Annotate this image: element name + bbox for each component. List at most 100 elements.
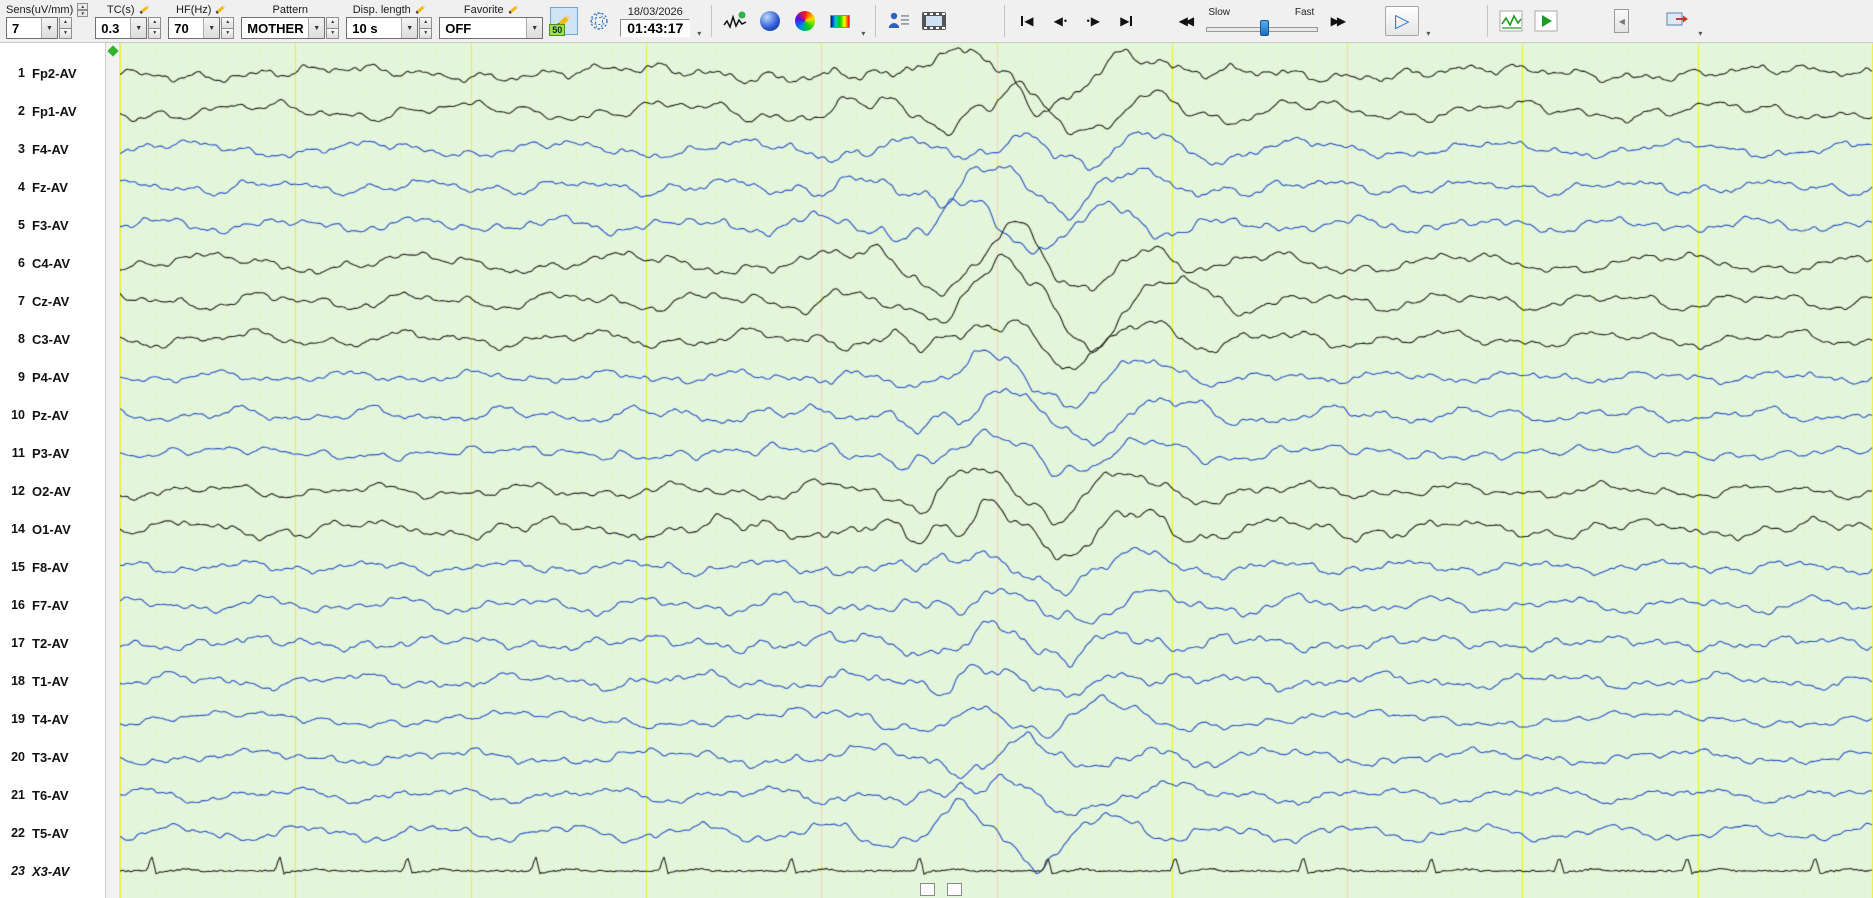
- fast-forward-button[interactable]: ▶▶: [1325, 9, 1351, 33]
- channel-label-X3-AV[interactable]: 23 X3-AV: [0, 862, 105, 880]
- hf-edit-pencil-icon[interactable]: [215, 4, 227, 15]
- channel-number: 6: [18, 256, 25, 270]
- channel-label-F8-AV[interactable]: 15 F8-AV: [0, 558, 105, 576]
- rewind-button[interactable]: ◀◀: [1173, 9, 1199, 33]
- speed-slider-thumb[interactable]: [1260, 19, 1270, 36]
- channel-label-Fz-AV[interactable]: 4 Fz-AV: [0, 178, 105, 196]
- step-forward-button[interactable]: • ▶: [1080, 9, 1106, 33]
- channel-label-T1-AV[interactable]: 18 T1-AV: [0, 672, 105, 690]
- hscroll-right-button[interactable]: [947, 883, 962, 896]
- channel-label-T4-AV[interactable]: 19 T4-AV: [0, 710, 105, 728]
- map-group-dropdown-arrow-icon[interactable]: ▾: [861, 29, 866, 40]
- channel-name: Cz-AV: [32, 293, 70, 309]
- tc-edit-pencil-icon[interactable]: [138, 4, 150, 15]
- pattern-select[interactable]: MOTHER ▼: [241, 17, 326, 39]
- channel-label-Pz-AV[interactable]: 10 Pz-AV: [0, 406, 105, 424]
- favorite-edit-pencil-icon[interactable]: [507, 4, 519, 15]
- sens-select[interactable]: 7 ▼: [6, 17, 58, 39]
- hf-label: HF(Hz): [176, 3, 212, 16]
- favorite-control: Favorite OFF ▼: [439, 2, 544, 40]
- trend-chart-button[interactable]: [1497, 7, 1525, 35]
- channel-number: 15: [11, 560, 25, 574]
- channel-label-C4-AV[interactable]: 6 C4-AV: [0, 254, 105, 272]
- channel-label-P4-AV[interactable]: 9 P4-AV: [0, 368, 105, 386]
- video-button[interactable]: [920, 7, 948, 35]
- jump-end-button[interactable]: ▶: [1113, 9, 1139, 33]
- speed-slider-track[interactable]: [1206, 19, 1319, 36]
- datetime-dropdown-arrow-icon[interactable]: ▾: [697, 29, 702, 40]
- jump-end-icon: [1130, 16, 1133, 26]
- channel-name: O2-AV: [32, 483, 71, 499]
- pen-tool-button[interactable]: 50: [549, 7, 579, 36]
- tc-dropdown-arrow-icon[interactable]: ▼: [130, 18, 147, 38]
- brain-map-rainbow-button[interactable]: [791, 7, 819, 35]
- channel-label-F3-AV[interactable]: 5 F3-AV: [0, 216, 105, 234]
- sens-dropdown-arrow-icon[interactable]: ▼: [41, 18, 57, 38]
- display-length-dropdown-arrow-icon[interactable]: ▼: [401, 18, 418, 38]
- display-length-spinner[interactable]: ▲ ▼: [419, 17, 433, 39]
- sens-spinner[interactable]: ▲ ▼: [59, 17, 72, 39]
- channel-label-T2-AV[interactable]: 17 T2-AV: [0, 634, 105, 652]
- step-forward-icon: •: [1086, 16, 1090, 26]
- channel-label-O1-AV[interactable]: 14 O1-AV: [0, 520, 105, 538]
- channel-number: 12: [11, 484, 25, 498]
- colormap-button[interactable]: [826, 7, 854, 35]
- pattern-label: Pattern: [272, 3, 308, 16]
- patient-info-button[interactable]: [885, 7, 913, 35]
- channel-label-F7-AV[interactable]: 16 F7-AV: [0, 596, 105, 614]
- vertical-scrollbar[interactable]: [106, 43, 120, 898]
- pen-badge: 50: [549, 24, 566, 36]
- jump-start-button[interactable]: ◀: [1014, 9, 1040, 33]
- brain-map-blue-button[interactable]: [756, 7, 784, 35]
- montage-map-button[interactable]: [585, 7, 613, 35]
- channel-name: T6-AV: [32, 787, 69, 803]
- channel-name: T3-AV: [32, 749, 69, 765]
- exit-dropdown-arrow-icon[interactable]: ▾: [1698, 29, 1703, 40]
- hscroll-left-button[interactable]: [920, 883, 935, 896]
- channel-number: 22: [11, 826, 25, 840]
- channel-label-Fp1-AV[interactable]: 2 Fp1-AV: [0, 102, 105, 120]
- hf-spinner[interactable]: ▲ ▼: [221, 17, 235, 39]
- pattern-dropdown-arrow-icon[interactable]: ▼: [308, 18, 325, 38]
- hf-select[interactable]: 70 ▼: [168, 17, 221, 39]
- channel-label-C3-AV[interactable]: 8 C3-AV: [0, 330, 105, 348]
- tc-spinner[interactable]: ▲ ▼: [148, 17, 162, 39]
- tc-select[interactable]: 0.3 ▼: [95, 17, 148, 39]
- channel-name: F4-AV: [32, 141, 69, 157]
- favorite-dropdown-arrow-icon[interactable]: ▼: [526, 18, 543, 38]
- eeg-trace-area[interactable]: [120, 43, 1873, 898]
- hf-dropdown-arrow-icon[interactable]: ▼: [203, 18, 220, 38]
- favorite-label: Favorite: [463, 3, 504, 16]
- waveform-map-button[interactable]: [721, 7, 749, 35]
- channel-label-Fp2-AV[interactable]: 1 Fp2-AV: [0, 64, 105, 82]
- pattern-spinner[interactable]: ▲ ▼: [326, 17, 340, 39]
- channel-label-T3-AV[interactable]: 20 T3-AV: [0, 748, 105, 766]
- play-button[interactable]: ▷: [1385, 6, 1420, 36]
- exit-review-button[interactable]: [1663, 7, 1691, 35]
- channel-label-P3-AV[interactable]: 11 P3-AV: [0, 444, 105, 462]
- channel-label-T5-AV[interactable]: 22 T5-AV: [0, 824, 105, 842]
- channel-label-F4-AV[interactable]: 3 F4-AV: [0, 140, 105, 158]
- channel-label-T6-AV[interactable]: 21 T6-AV: [0, 786, 105, 804]
- channel-number: 18: [11, 674, 25, 688]
- collapse-panel-button[interactable]: ◀: [1614, 9, 1630, 33]
- toolbar-separator: [1487, 5, 1489, 37]
- step-back-button[interactable]: ◀ •: [1047, 9, 1073, 33]
- channel-name: Pz-AV: [32, 407, 69, 423]
- channel-name: T4-AV: [32, 711, 69, 727]
- channel-label-O2-AV[interactable]: 12 O2-AV: [0, 482, 105, 500]
- green-play-button[interactable]: [1532, 7, 1560, 35]
- display-length-select[interactable]: 10 s ▼: [346, 17, 419, 39]
- channel-number: 4: [18, 180, 25, 194]
- sens-control: Sens(uV/mm) ▲ ▼ 7 ▼ ▲ ▼: [6, 2, 89, 40]
- favorite-select[interactable]: OFF ▼: [439, 17, 544, 39]
- eeg-canvas[interactable]: [120, 43, 1873, 898]
- speed-slider-control: Slow Fast: [1206, 7, 1319, 36]
- sens-quick-spinner[interactable]: ▲ ▼: [77, 2, 89, 17]
- channel-label-Cz-AV[interactable]: 7 Cz-AV: [0, 292, 105, 310]
- play-dropdown-arrow-icon[interactable]: ▾: [1426, 29, 1431, 40]
- display-length-edit-pencil-icon[interactable]: [415, 4, 426, 15]
- blue-sphere-icon: [760, 11, 781, 31]
